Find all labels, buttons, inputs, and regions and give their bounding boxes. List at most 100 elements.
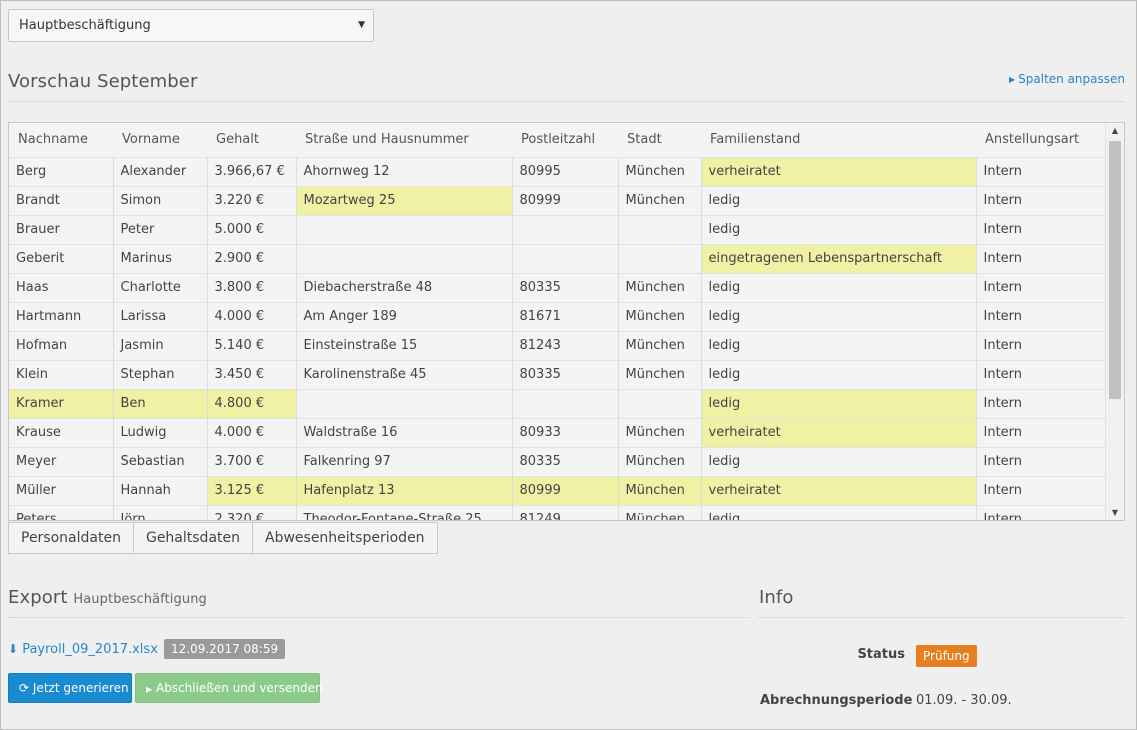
caret-down-icon: ▼ [358,20,365,30]
scroll-down-icon[interactable]: ▼ [1106,508,1124,517]
table-cell: Intern [976,185,1105,215]
table-cell: ledig [701,185,977,215]
column-header[interactable]: Gehalt [207,123,296,157]
table-cell [296,214,513,244]
table-cell: München [618,272,702,302]
table-row[interactable]: Haas Charlotte 3.800 € Diebacherstraße 48 80… [9,272,1105,302]
divider [8,617,750,618]
table-cell: 81671 [512,301,619,331]
table-cell: ledig [701,272,977,302]
export-title-text: Export [8,587,68,608]
info-title: Info [759,587,794,608]
table-cell: Mozartweg 25 [296,185,513,215]
customize-columns-link[interactable]: ▶ Spalten anpassen [1009,72,1125,86]
table-cell: 81249 [512,504,619,520]
table-row[interactable]: Müller Hannah 3.125 € Hafenplatz 13 80999 Mün… [9,475,1105,505]
table-cell: ledig [701,330,977,360]
table-cell: ledig [701,388,977,418]
table-row[interactable]: Hofman Jasmin 5.140 € Einsteinstraße 15 8124… [9,330,1105,360]
table-cell: 3.220 € [207,185,297,215]
table-cell: Am Anger 189 [296,301,513,331]
export-date-badge: 12.09.2017 08:59 [164,639,286,659]
table-row[interactable]: Brauer Peter 5.000 € ledig Intern [9,214,1105,244]
table-cell: Geberit [9,243,114,273]
table-cell: 3.450 € [207,359,297,389]
column-header[interactable]: Straße und Hausnummer [296,123,512,157]
table-cell: Hartmann [9,301,114,331]
table-cell: Marinus [113,243,208,273]
column-header[interactable]: Vorname [113,123,207,157]
export-file-link[interactable]: ⬇ Payroll_09_2017.xlsx [8,642,158,657]
finalize-send-label: Abschließen und versenden [155,681,323,695]
table-cell: 2.900 € [207,243,297,273]
tab-abwesenheitsperioden[interactable]: Abwesenheitsperioden [253,522,438,554]
table-cell: 2.320 € [207,504,297,520]
table-cell: München [618,446,702,476]
table-cell: Meyer [9,446,114,476]
table-cell: 4.800 € [207,388,297,418]
table-row[interactable]: Geberit Marinus 2.900 € eingetragenen Leben… [9,243,1105,273]
export-title: Export Hauptbeschäftigung [8,587,207,608]
preview-title: Vorschau September [8,71,198,92]
column-header[interactable]: Familienstand [701,123,976,157]
table-cell: verheiratet [701,156,977,186]
table-cell: 5.140 € [207,330,297,360]
table-row[interactable]: Berg Alexander 3.966,67 € Ahornweg 12 80995 M… [9,156,1105,186]
tab-personaldaten[interactable]: Personaldaten [8,522,134,554]
table-row[interactable]: Brandt Simon 3.220 € Mozartweg 25 80999 Münch… [9,185,1105,215]
generate-now-button[interactable]: ⟳ Jetzt generieren [8,673,132,703]
table-cell: Peter [113,214,208,244]
table-cell: ledig [701,301,977,331]
table-cell: 80335 [512,272,619,302]
table-scrollbar[interactable]: ▲ ▼ [1105,123,1124,520]
table-cell: Haas [9,272,114,302]
table-cell: Intern [976,272,1105,302]
billing-period-label: Abrechnungsperiode [760,693,913,708]
table-cell: Intern [976,214,1105,244]
table-cell: Peters [9,504,114,520]
table-cell: Ludwig [113,417,208,447]
table-cell: verheiratet [701,475,977,505]
table-cell: eingetragenen Lebenspartnerschaft [701,243,977,273]
column-header[interactable]: Stadt [618,123,701,157]
scrollbar-thumb[interactable] [1109,141,1121,399]
table-cell: 81243 [512,330,619,360]
table-cell: Hafenplatz 13 [296,475,513,505]
employment-type-select[interactable]: Hauptbeschäftigung ▼ [8,9,374,42]
table-row[interactable]: Peters Jörn 2.320 € Theodor-Fontane-Straße … [9,504,1105,520]
scroll-up-icon[interactable]: ▲ [1106,126,1124,135]
table-cell: 80335 [512,446,619,476]
table-cell: München [618,475,702,505]
table-row[interactable]: Kramer Ben 4.800 € ledig Intern [9,388,1105,418]
data-tabs: Personaldaten Gehaltsdaten Abwesenheitsp… [8,522,438,554]
table-cell: Intern [976,359,1105,389]
table-cell: Falkenring 97 [296,446,513,476]
export-file-name: Payroll_09_2017.xlsx [22,642,158,657]
column-header[interactable]: Anstellungsart [976,123,1105,157]
table-cell: ledig [701,446,977,476]
table-cell: ledig [701,504,977,520]
table-cell [296,243,513,273]
table-cell: Simon [113,185,208,215]
table-cell [618,388,702,418]
table-row[interactable]: Klein Stephan 3.450 € Karolinenstraße 45 803… [9,359,1105,389]
table-cell: 5.000 € [207,214,297,244]
table-cell: 80335 [512,359,619,389]
table-row[interactable]: Hartmann Larissa 4.000 € Am Anger 189 81671 M… [9,301,1105,331]
table-cell: ledig [701,214,977,244]
tab-gehaltsdaten[interactable]: Gehaltsdaten [133,522,253,554]
table-cell: München [618,185,702,215]
divider [8,101,1125,102]
finalize-send-button[interactable]: ▶ Abschließen und versenden [135,673,323,703]
table-cell: 4.000 € [207,417,297,447]
column-header[interactable]: Nachname [9,123,113,157]
table-cell: Intern [976,243,1105,273]
table-cell: Waldstraße 16 [296,417,513,447]
column-header[interactable]: Postleitzahl [512,123,618,157]
table-cell: 4.000 € [207,301,297,331]
table-row[interactable]: Krause Ludwig 4.000 € Waldstraße 16 80933 Mün… [9,417,1105,447]
table-cell: Hannah [113,475,208,505]
table-cell: München [618,417,702,447]
table-row[interactable]: Meyer Sebastian 3.700 € Falkenring 97 80335 M… [9,446,1105,476]
status-badge: Prüfung [916,645,977,667]
